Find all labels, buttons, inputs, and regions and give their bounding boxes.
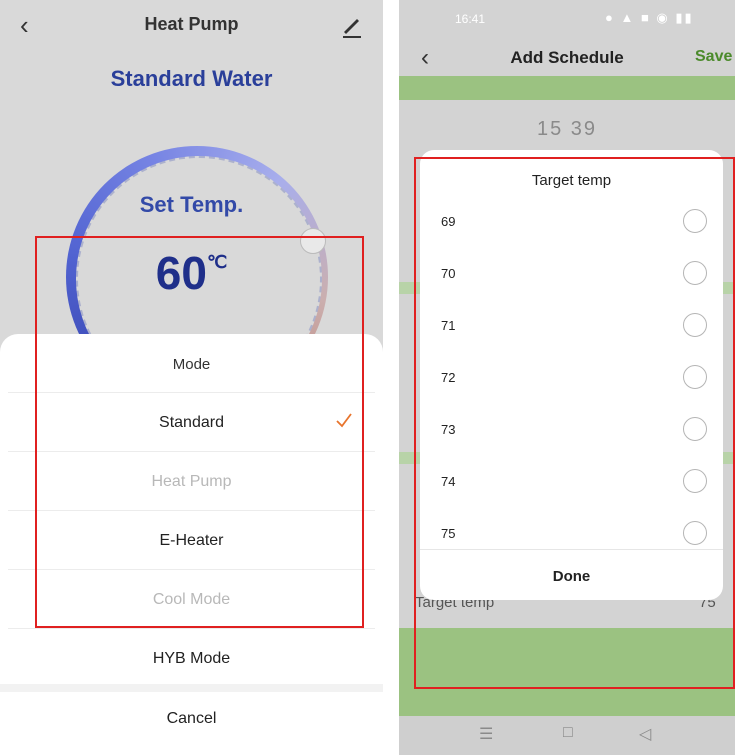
sheet-title: Mode [172, 356, 211, 373]
temp-option-label: 73 [441, 422, 456, 437]
mode-title: Standard Water [110, 66, 273, 91]
temp-number: 60 [155, 247, 207, 299]
temp-option-71[interactable]: 71 [420, 300, 723, 352]
radio-icon[interactable] [683, 261, 707, 285]
status-time: 16:41 [455, 12, 486, 26]
temp-option-label: 74 [441, 474, 456, 489]
divider [8, 569, 375, 570]
temp-option-label: 70 [441, 266, 456, 281]
temp-option-label: 75 [441, 526, 456, 541]
temp-option-69[interactable]: 69 [420, 196, 723, 248]
sheet-separator [0, 684, 383, 692]
edit-icon[interactable] [340, 10, 364, 40]
check-icon [336, 410, 352, 430]
heat-pump-screen: ‹ Heat Pump Standard Water Set Temp. 60℃… [0, 0, 383, 755]
radio-icon[interactable] [683, 469, 707, 493]
target-temp-dialog: Target temp 69 70 71 72 73 74 75 Done [420, 150, 723, 600]
temp-option-label: 69 [441, 214, 456, 229]
add-schedule-screen: 16:41 ● ▲ ■ ◉ ▮▮ ‹ Add Schedule Save 15 … [399, 0, 735, 755]
radio-icon[interactable] [683, 313, 707, 337]
divider [8, 451, 375, 452]
bottom-green-area [399, 628, 735, 716]
mode-option-e-heater[interactable]: E-Heater [0, 532, 383, 550]
done-button[interactable]: Done [420, 568, 723, 585]
radio-icon[interactable] [683, 417, 707, 441]
menu-icon[interactable]: ☰ [479, 724, 493, 744]
dialog-title: Target temp [531, 172, 612, 189]
divider [8, 392, 375, 393]
back-nav-icon[interactable]: ◁ [639, 724, 651, 744]
header-green-bar [399, 76, 735, 100]
cancel-button[interactable]: Cancel [0, 710, 383, 728]
status-icons: ● ▲ ■ ◉ ▮▮ [605, 10, 694, 25]
set-temp-value: 60℃ [0, 246, 383, 300]
temp-option-75[interactable]: 75 [420, 508, 723, 560]
set-temp-label: Set Temp. [139, 192, 244, 217]
page-title: Heat Pump [144, 14, 239, 34]
temp-unit: ℃ [206, 252, 228, 272]
system-nav-bar: ☰ □ ◁ [399, 716, 735, 755]
temp-option-label: 71 [441, 318, 456, 333]
mode-option-standard[interactable]: Standard [0, 414, 383, 432]
time-picker-value[interactable]: 15 39 [399, 118, 735, 141]
page-title: Add Schedule [510, 48, 624, 67]
radio-icon[interactable] [683, 365, 707, 389]
mode-bottom-sheet: Mode Standard Heat Pump E-Heater Cool Mo… [0, 334, 383, 755]
save-button[interactable]: Save [695, 48, 732, 66]
home-icon[interactable]: □ [563, 724, 573, 742]
mode-option-heat-pump[interactable]: Heat Pump [0, 473, 383, 491]
temp-option-72[interactable]: 72 [420, 352, 723, 404]
mode-option-cool-mode[interactable]: Cool Mode [0, 591, 383, 609]
temp-option-74[interactable]: 74 [420, 456, 723, 508]
divider [420, 549, 723, 550]
radio-icon[interactable] [683, 209, 707, 233]
temp-option-label: 72 [441, 370, 456, 385]
temp-option-70[interactable]: 70 [420, 248, 723, 300]
mode-option-hyb-mode[interactable]: HYB Mode [0, 650, 383, 668]
divider [8, 510, 375, 511]
status-bar: 16:41 ● ▲ ■ ◉ ▮▮ [399, 0, 735, 34]
temp-option-73[interactable]: 73 [420, 404, 723, 456]
radio-icon[interactable] [683, 521, 707, 545]
heat-pump-header: ‹ Heat Pump [0, 0, 383, 56]
divider [8, 628, 375, 629]
